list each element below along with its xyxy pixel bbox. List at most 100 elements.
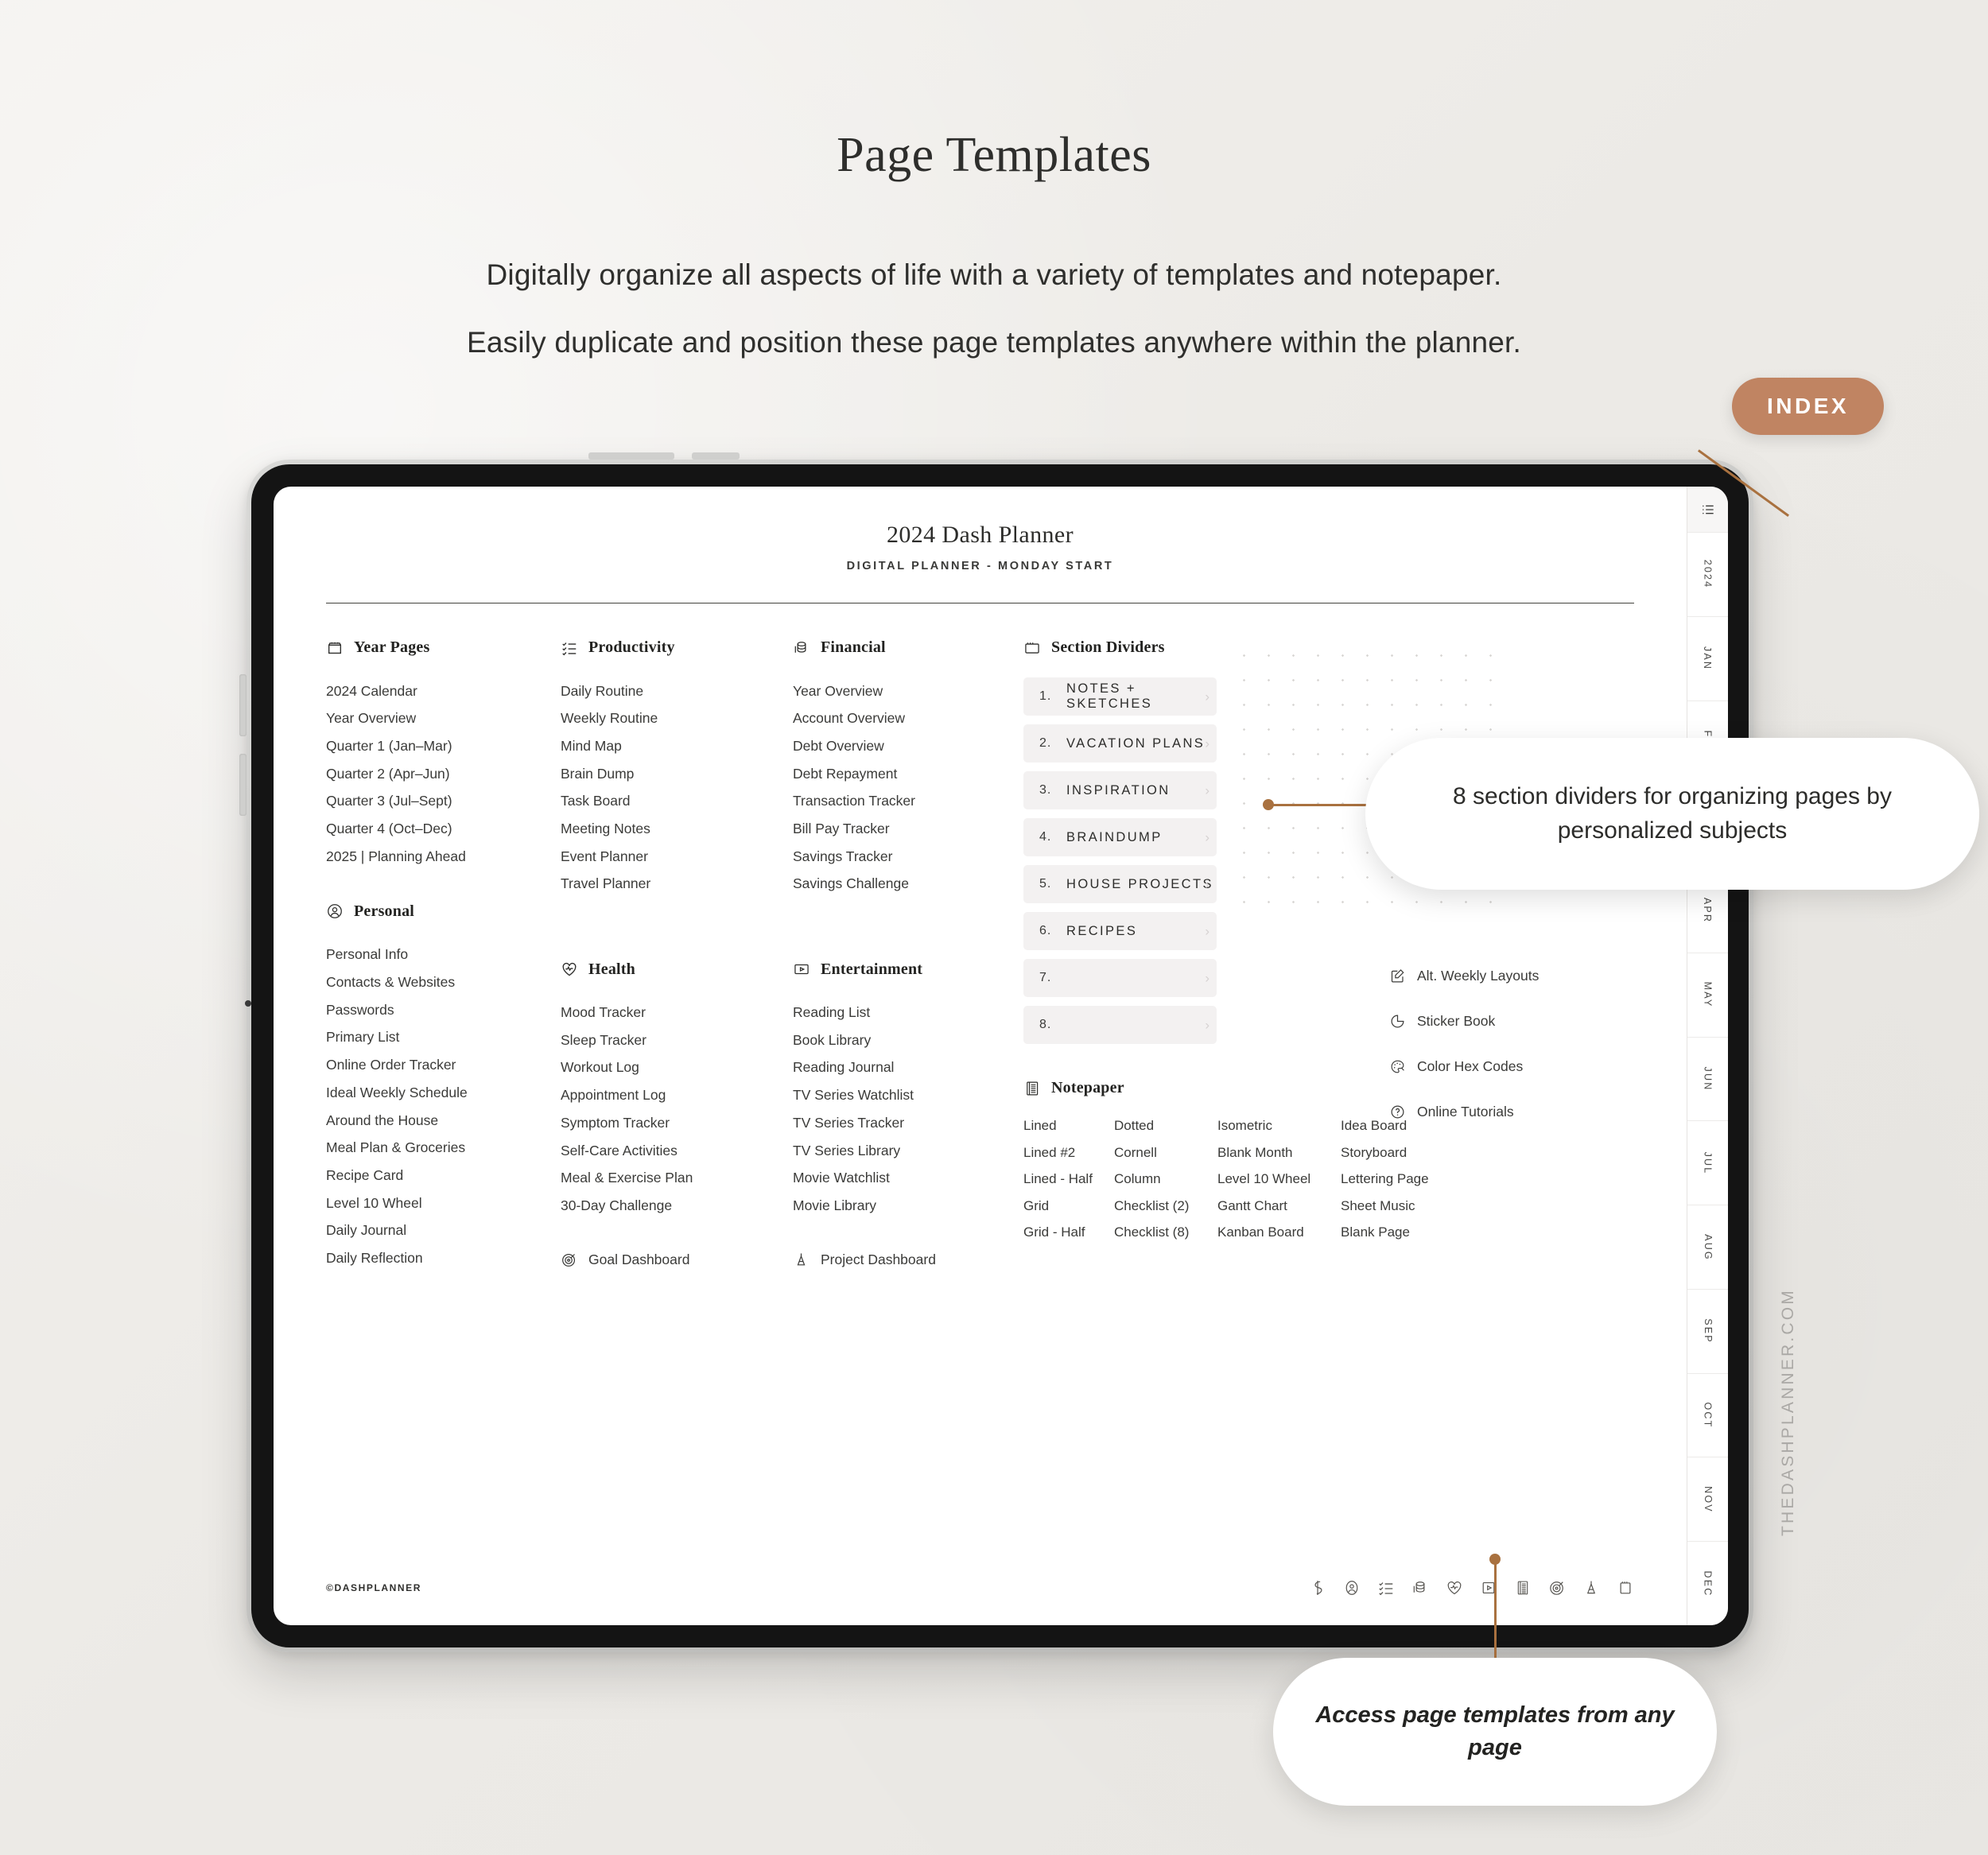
- list-item[interactable]: Contacts & Websites: [326, 969, 561, 997]
- list-item[interactable]: Reading Journal: [793, 1054, 1023, 1082]
- section-divider-row[interactable]: 4. BRAINDUMP ›: [1023, 818, 1217, 856]
- tab-2024[interactable]: 2024: [1687, 533, 1728, 617]
- tab-oct[interactable]: OCT: [1687, 1373, 1728, 1458]
- tab-jan[interactable]: JAN: [1687, 616, 1728, 701]
- section-divider-row[interactable]: 8. ›: [1023, 1006, 1217, 1044]
- list-item[interactable]: Daily Reflection: [326, 1244, 561, 1272]
- notepaper-item[interactable]: Gantt Chart: [1217, 1198, 1341, 1214]
- list-item[interactable]: Travel Planner: [561, 871, 793, 898]
- list-item[interactable]: Primary List: [326, 1024, 561, 1052]
- tab-dec[interactable]: DEC: [1687, 1542, 1728, 1625]
- list-item[interactable]: Daily Journal: [326, 1217, 561, 1245]
- list-item[interactable]: Task Board: [561, 788, 793, 816]
- notepaper-item[interactable]: Isometric: [1217, 1118, 1341, 1134]
- list-item[interactable]: 2025 | Planning Ahead: [326, 843, 561, 871]
- list-item[interactable]: Movie Watchlist: [793, 1165, 1023, 1193]
- tab-index[interactable]: [1687, 487, 1728, 533]
- compass-icon[interactable]: [1582, 1579, 1600, 1597]
- notebook-icon[interactable]: [1514, 1579, 1532, 1597]
- dash-logo-icon[interactable]: [1309, 1579, 1326, 1597]
- checklist-icon[interactable]: [1377, 1579, 1395, 1597]
- notepaper-item[interactable]: Lined - Half: [1023, 1171, 1114, 1187]
- notepaper-item[interactable]: Kanban Board: [1217, 1224, 1341, 1240]
- list-item[interactable]: Passwords: [326, 996, 561, 1024]
- section-divider-row[interactable]: 3. INSPIRATION ›: [1023, 771, 1217, 809]
- list-item[interactable]: Quarter 2 (Apr–Jun): [326, 760, 561, 788]
- notepaper-item[interactable]: Column: [1114, 1171, 1217, 1187]
- list-item[interactable]: Quarter 1 (Jan–Mar): [326, 732, 561, 760]
- list-item[interactable]: Mind Map: [561, 732, 793, 760]
- list-item[interactable]: Book Library: [793, 1026, 1023, 1054]
- section-divider-row[interactable]: 5. HOUSE PROJECTS ›: [1023, 865, 1217, 903]
- list-item[interactable]: Meal Plan & Groceries: [326, 1135, 561, 1162]
- list-item[interactable]: Savings Tracker: [793, 843, 1023, 871]
- list-item[interactable]: Transaction Tracker: [793, 788, 1023, 816]
- power-button[interactable]: [588, 452, 674, 460]
- notepaper-item[interactable]: Level 10 Wheel: [1217, 1171, 1341, 1187]
- list-item[interactable]: 30-Day Challenge: [561, 1192, 793, 1220]
- list-item[interactable]: Weekly Routine: [561, 705, 793, 733]
- extras-sticker-book[interactable]: Sticker Book: [1389, 1007, 1628, 1036]
- list-item[interactable]: Quarter 4 (Oct–Dec): [326, 815, 561, 843]
- secondary-top-button[interactable]: [692, 452, 740, 460]
- list-item[interactable]: Workout Log: [561, 1054, 793, 1082]
- list-item[interactable]: Quarter 3 (Jul–Sept): [326, 788, 561, 816]
- list-item[interactable]: TV Series Watchlist: [793, 1082, 1023, 1110]
- volume-up-button[interactable]: [239, 674, 247, 736]
- list-item[interactable]: Online Order Tracker: [326, 1052, 561, 1080]
- list-item[interactable]: Around the House: [326, 1107, 561, 1135]
- notepaper-item[interactable]: Cornell: [1114, 1145, 1217, 1161]
- list-item[interactable]: Daily Routine: [561, 677, 793, 705]
- extras-online-tutorials[interactable]: Online Tutorials: [1389, 1097, 1628, 1127]
- list-item[interactable]: Symptom Tracker: [561, 1109, 793, 1137]
- notepaper-item[interactable]: Grid: [1023, 1198, 1114, 1214]
- list-item[interactable]: Debt Overview: [793, 732, 1023, 760]
- list-item[interactable]: TV Series Library: [793, 1137, 1023, 1165]
- section-divider-row[interactable]: 7. ›: [1023, 959, 1217, 997]
- volume-down-button[interactable]: [239, 754, 247, 816]
- section-divider-row[interactable]: 1. NOTES + SKETCHES ›: [1023, 677, 1217, 716]
- folder-tab-icon[interactable]: [1617, 1579, 1634, 1597]
- notepaper-item[interactable]: Lined: [1023, 1118, 1114, 1134]
- notepaper-item[interactable]: Checklist (2): [1114, 1198, 1217, 1214]
- list-item[interactable]: Bill Pay Tracker: [793, 815, 1023, 843]
- section-divider-row[interactable]: 2. VACATION PLANS ›: [1023, 724, 1217, 763]
- goal-dashboard-link[interactable]: Goal Dashboard: [561, 1245, 793, 1275]
- project-dashboard-link[interactable]: Project Dashboard: [793, 1245, 1023, 1275]
- list-item[interactable]: Meeting Notes: [561, 815, 793, 843]
- notepaper-item[interactable]: Grid - Half: [1023, 1224, 1114, 1240]
- coins-icon[interactable]: [1411, 1579, 1429, 1597]
- list-item[interactable]: Savings Challenge: [793, 871, 1023, 898]
- notepaper-item[interactable]: Dotted: [1114, 1118, 1217, 1134]
- tab-jul[interactable]: JUL: [1687, 1121, 1728, 1206]
- list-item[interactable]: Movie Library: [793, 1192, 1023, 1220]
- tab-sep[interactable]: SEP: [1687, 1289, 1728, 1374]
- notepaper-item[interactable]: Lined #2: [1023, 1145, 1114, 1161]
- section-divider-row[interactable]: 6. RECIPES ›: [1023, 912, 1217, 950]
- heart-pulse-icon[interactable]: [1446, 1579, 1463, 1597]
- user-circle-icon[interactable]: [1343, 1579, 1361, 1597]
- list-item[interactable]: Year Overview: [793, 677, 1023, 705]
- list-item[interactable]: Account Overview: [793, 705, 1023, 733]
- list-item[interactable]: 2024 Calendar: [326, 677, 561, 705]
- list-item[interactable]: Meal & Exercise Plan: [561, 1165, 793, 1193]
- tab-may[interactable]: MAY: [1687, 953, 1728, 1038]
- list-item[interactable]: Appointment Log: [561, 1082, 793, 1110]
- extras-color-hex-codes[interactable]: Color Hex Codes: [1389, 1052, 1628, 1081]
- list-item[interactable]: Level 10 Wheel: [326, 1189, 561, 1217]
- tab-aug[interactable]: AUG: [1687, 1205, 1728, 1290]
- list-item[interactable]: Brain Dump: [561, 760, 793, 788]
- notepaper-item[interactable]: Checklist (8): [1114, 1224, 1217, 1240]
- list-item[interactable]: Recipe Card: [326, 1162, 561, 1189]
- list-item[interactable]: Self-Care Activities: [561, 1137, 793, 1165]
- list-item[interactable]: Debt Repayment: [793, 760, 1023, 788]
- list-item[interactable]: Mood Tracker: [561, 999, 793, 1027]
- list-item[interactable]: Year Overview: [326, 705, 561, 733]
- extras-alt-weekly-layouts[interactable]: Alt. Weekly Layouts: [1389, 961, 1628, 991]
- tab-nov[interactable]: NOV: [1687, 1457, 1728, 1543]
- notepaper-item[interactable]: Blank Month: [1217, 1145, 1341, 1161]
- list-item[interactable]: Reading List: [793, 999, 1023, 1027]
- target-icon[interactable]: [1548, 1579, 1566, 1597]
- list-item[interactable]: Event Planner: [561, 843, 793, 871]
- tab-jun[interactable]: JUN: [1687, 1037, 1728, 1122]
